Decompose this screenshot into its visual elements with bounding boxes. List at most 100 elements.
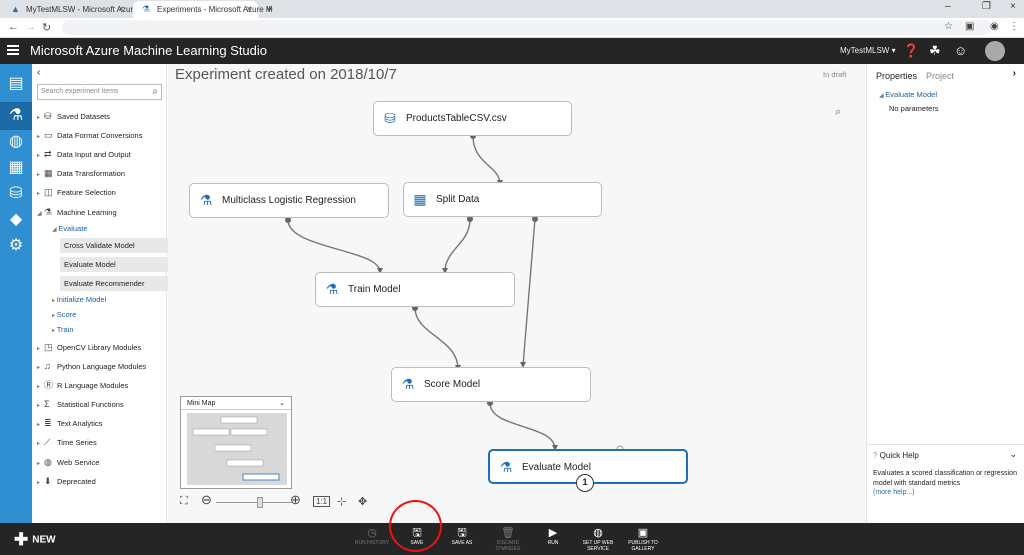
star-icon[interactable]: ☆ — [944, 21, 953, 32]
search-input[interactable]: Search experiment items ⌕ — [37, 84, 162, 100]
palette-item[interactable]: ▸ ▦ Data Transformation — [37, 166, 125, 180]
profile-icon[interactable]: ◉ — [990, 21, 999, 32]
palette-subgroup-score[interactable]: ▸ Score — [52, 309, 76, 321]
save-as-button[interactable]: 🖫 SAVE AS — [440, 527, 484, 546]
tab-project[interactable]: Project — [926, 71, 954, 81]
notebooks-icon[interactable]: ▦ — [6, 158, 26, 178]
chevron-down-icon[interactable]: ⌄ — [1009, 449, 1017, 460]
minimize-icon[interactable]: – — [945, 1, 951, 12]
avatar[interactable] — [985, 41, 1005, 61]
plus-icon: ✚ — [14, 530, 29, 549]
mini-map-header[interactable]: Mini Map ⌄ — [181, 397, 291, 410]
ml-module-icon: ⚗ — [401, 376, 415, 392]
palette-item-label: Python Language Modules — [57, 362, 147, 371]
palette-item[interactable]: ▸ ▭ Data Format Conversions — [37, 128, 142, 142]
reload-icon[interactable]: ↻ — [42, 21, 51, 34]
hamburger-menu-icon[interactable] — [7, 45, 19, 57]
discard-changes-button[interactable]: 🗑 DISCARD CHANGES — [486, 527, 530, 552]
palette-item[interactable]: ▸ ♫ Python Language Modules — [37, 359, 146, 373]
browser-tab-active[interactable]: ⚗ Experiments - Microsoft Azure M × — [133, 1, 273, 18]
more-help-link[interactable]: (more help...) — [873, 489, 915, 496]
toolbar-label: RUN HISTORY — [354, 540, 390, 546]
url-field[interactable] — [62, 20, 992, 35]
back-icon[interactable]: ← — [8, 21, 19, 33]
mini-map[interactable]: Mini Map ⌄ — [180, 396, 292, 489]
restore-icon[interactable]: ❐ — [982, 1, 991, 12]
datasets-icon[interactable]: ⛁ — [6, 184, 26, 204]
community-icon[interactable]: ☘ — [929, 43, 941, 59]
palette-item[interactable]: ▸ ◳ OpenCV Library Modules — [37, 340, 141, 354]
palette-subgroup-initialize[interactable]: ▸ Initialize Model — [52, 294, 106, 306]
close-tab-icon[interactable]: × — [118, 1, 124, 18]
properties-section[interactable]: ◢ Evaluate Model — [879, 90, 937, 99]
close-window-icon[interactable]: × — [1010, 1, 1016, 12]
experiment-canvas[interactable]: Experiment created on 2018/10/7 In draft… — [168, 64, 866, 523]
web-services-globe-icon[interactable]: ◍ — [6, 132, 26, 152]
ml-module-icon: ⚗ — [499, 459, 513, 475]
palette-item[interactable]: ▸ Σ Statistical Functions — [37, 397, 124, 411]
browser-tab-strip: ▲ MyTestMLSW - Microsoft Azure × ⚗ Exper… — [0, 0, 1024, 18]
module-products-dataset[interactable]: ⛁ ProductsTableCSV.csv — [373, 101, 572, 136]
tab-properties[interactable]: Properties — [876, 71, 917, 81]
module-multiclass-logistic-regression[interactable]: ⚗ Multiclass Logistic Regression — [189, 183, 389, 218]
palette-item[interactable]: ▸ Ⓡ R Language Modules — [37, 378, 128, 392]
subgroup-label: Train — [56, 325, 74, 334]
tab-title: Experiments - Microsoft Azure M — [157, 5, 273, 14]
run-history-button[interactable]: ◷ RUN HISTORY — [350, 527, 394, 546]
module-train-model[interactable]: ⚗ Train Model — [315, 272, 515, 307]
zoom-slider[interactable] — [216, 502, 292, 503]
projects-icon[interactable]: ▤ — [6, 74, 26, 94]
feedback-smiley-icon[interactable]: ☺ — [954, 43, 967, 58]
publish-gallery-button[interactable]: ▣ PUBLISH TO GALLERY — [621, 527, 665, 552]
palette-subgroup-evaluate[interactable]: ◢ Evaluate — [52, 223, 87, 235]
palette-item-label: Web Service — [57, 458, 100, 467]
close-tab-icon[interactable]: × — [246, 1, 252, 18]
collapse-palette-icon[interactable]: ‹ — [37, 67, 40, 78]
search-icon[interactable]: ⌕ — [152, 86, 158, 97]
play-icon: ▶ — [548, 527, 558, 539]
zoom-in-icon[interactable]: ⊕ — [290, 492, 301, 508]
extension-icon[interactable]: ▣ — [965, 21, 974, 32]
palette-item[interactable]: ▸ ⛁ Saved Datasets — [37, 109, 110, 123]
new-tab-icon[interactable]: + — [266, 2, 273, 16]
palette-item[interactable]: ▸ ⬇ Deprecated — [37, 474, 96, 488]
setup-web-service-button[interactable]: ◍ SET UP WEB SERVICE — [576, 527, 620, 552]
chevron-down-icon[interactable]: ⌄ — [279, 397, 285, 410]
quick-help-label: Quick Help — [879, 451, 919, 460]
select-mode-icon[interactable]: ⊹ — [337, 495, 346, 508]
palette-item[interactable]: ▸ ◍ Web Service — [37, 455, 99, 469]
palette-item[interactable]: ▸ ◫ Feature Selection — [37, 185, 116, 199]
browser-tab[interactable]: ▲ MyTestMLSW - Microsoft Azure × — [2, 1, 138, 18]
trained-models-cube-icon[interactable]: ◆ — [6, 210, 26, 230]
actual-size-button[interactable]: 1:1 — [313, 496, 331, 507]
browser-menu-icon[interactable]: ⋮ — [1009, 21, 1019, 32]
module-split-data[interactable]: ▦ Split Data — [403, 182, 602, 217]
split-data-icon: ▦ — [413, 191, 427, 207]
new-button[interactable]: ✚ NEW — [14, 530, 56, 550]
pan-mode-icon[interactable]: ✥ — [358, 495, 367, 508]
workspace-selector[interactable]: MyTestMLSW ▾ — [840, 46, 896, 55]
module-label: Evaluate Model — [522, 462, 591, 473]
settings-gear-icon[interactable]: ⚙ — [6, 236, 26, 256]
help-icon[interactable]: ❓ — [903, 43, 919, 59]
subgroup-label: Initialize Model — [56, 295, 107, 304]
zoom-slider-handle[interactable] — [257, 497, 263, 508]
toolbar-label: PUBLISH TO GALLERY — [628, 540, 658, 552]
zoom-out-icon[interactable]: ⊖ — [201, 492, 212, 508]
output-port-badge[interactable]: 1 — [576, 474, 594, 492]
mini-map-viewport[interactable] — [187, 413, 287, 485]
palette-subgroup-train[interactable]: ▸ Train — [52, 324, 74, 336]
run-button[interactable]: ▶ RUN — [531, 527, 575, 546]
forward-icon[interactable]: → — [25, 21, 36, 33]
module-score-model[interactable]: ⚗ Score Model — [391, 367, 591, 402]
palette-item[interactable]: ▸ ≣ Text Analytics — [37, 416, 102, 430]
experiments-flask-icon[interactable]: ⚗ — [0, 102, 32, 130]
fit-screen-icon[interactable]: ⛶ — [180, 495, 188, 508]
palette-item-expanded[interactable]: ◢ ⚗ Machine Learning — [37, 205, 117, 219]
quick-help-title[interactable]: ? Quick Help — [873, 451, 919, 460]
palette-item[interactable]: ▸ ⟋ Time Series — [37, 435, 97, 449]
opencv-icon: ◳ — [44, 342, 53, 352]
collapse-pane-icon[interactable]: › — [1013, 68, 1016, 79]
palette-item[interactable]: ▸ ⇄ Data Input and Output — [37, 147, 131, 161]
leaf-label: Evaluate Model — [64, 260, 116, 269]
